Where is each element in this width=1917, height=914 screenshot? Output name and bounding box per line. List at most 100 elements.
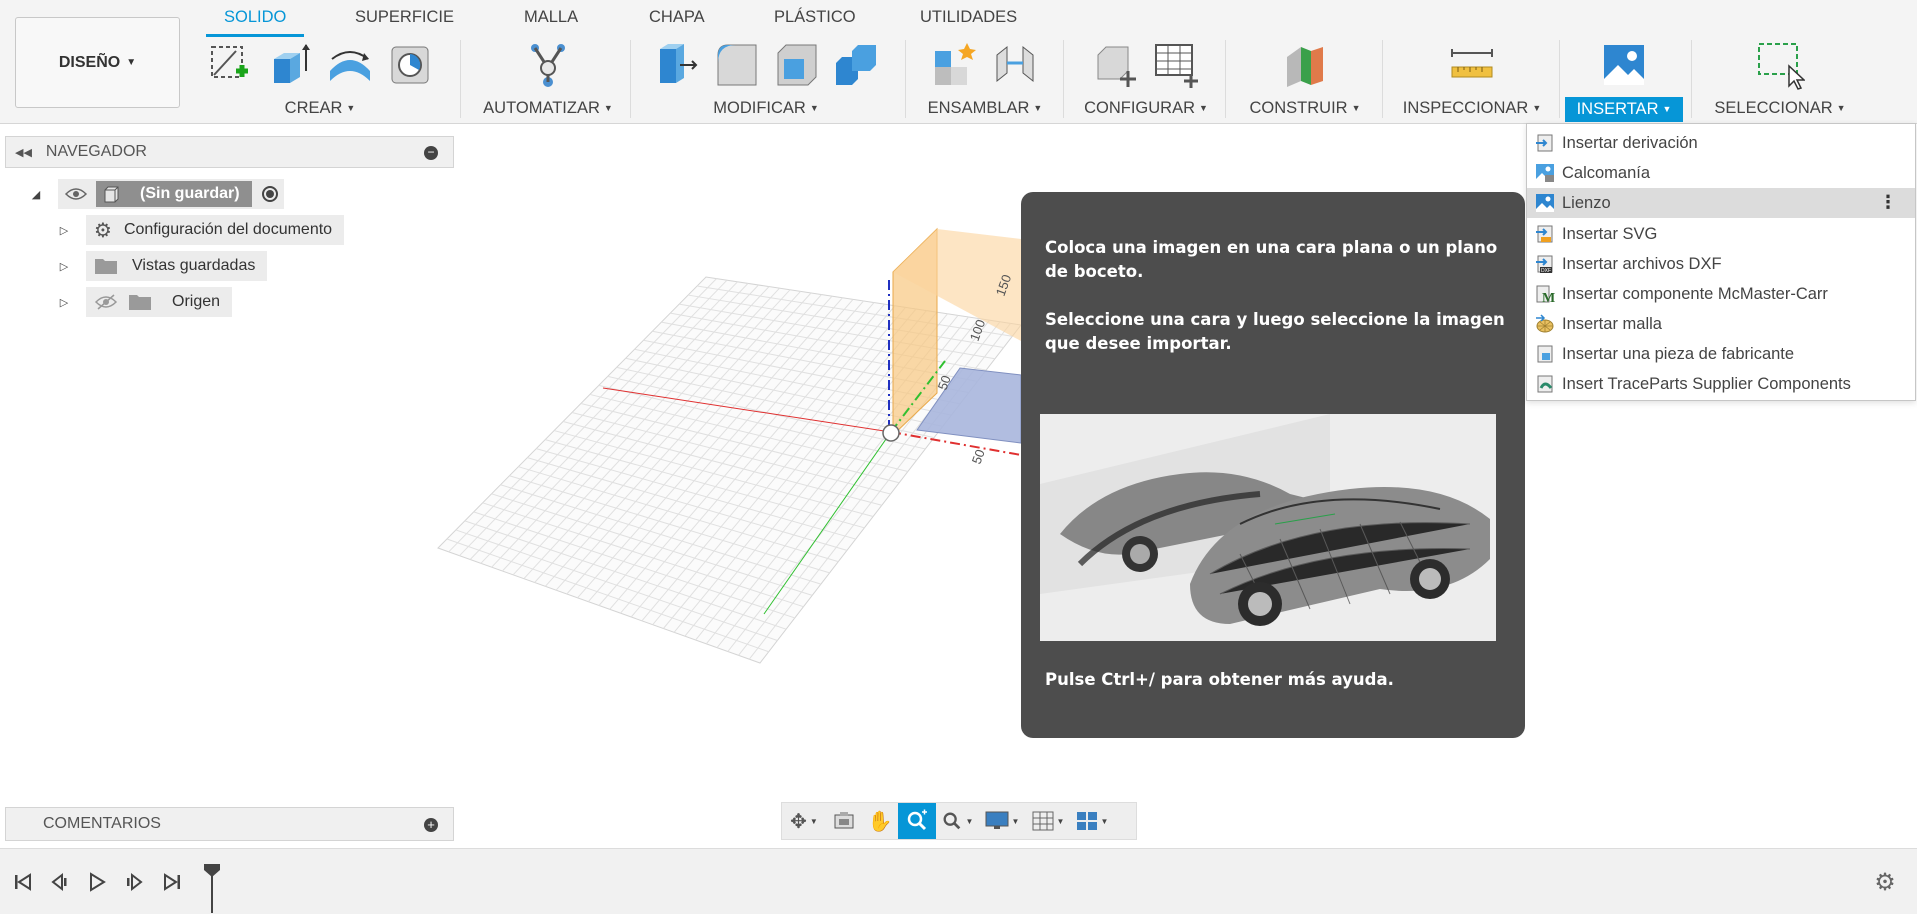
tree-expander-icon[interactable]: ▷: [56, 224, 72, 237]
hole-icon[interactable]: [385, 40, 435, 90]
menu-item-decal[interactable]: Calcomanía: [1527, 158, 1915, 188]
toolbar-separator: [1225, 40, 1226, 118]
menu-item-label: Lienzo: [1562, 193, 1611, 212]
group-ensamblar-label[interactable]: ENSAMBLAR ▼: [915, 99, 1055, 118]
tree-item-settings[interactable]: ⚙ Configuración del documento: [86, 215, 345, 245]
document-name: (Sin guardar): [140, 185, 240, 202]
menu-item-traceparts[interactable]: Insert TraceParts Supplier Components: [1527, 369, 1915, 399]
orbit-button[interactable]: ✥ ▼: [782, 803, 826, 839]
orbit-icon: ✥: [790, 810, 807, 833]
workspace-switcher-button[interactable]: DISEÑO ▼: [15, 17, 180, 108]
tree-item-origin[interactable]: Origen: [86, 287, 233, 317]
toolbar-separator: [630, 40, 631, 118]
configuration-table-icon[interactable]: [1151, 40, 1201, 90]
tree-expander-icon[interactable]: ▷: [56, 296, 72, 309]
tooltip-description: Coloca una imagen en una cara plana o un…: [1045, 238, 1498, 281]
group-inspeccionar-label[interactable]: INSPECCIONAR ▼: [1392, 99, 1552, 118]
timeline-marker[interactable]: [203, 863, 221, 913]
group-construir-label[interactable]: CONSTRUIR ▼: [1235, 99, 1375, 118]
menu-item-insert-mesh[interactable]: Insertar malla: [1527, 309, 1915, 339]
play-button[interactable]: [84, 869, 110, 895]
fit-button[interactable]: ▼: [936, 803, 978, 839]
tree-item-label: Origen: [172, 293, 221, 310]
revolve-icon[interactable]: [325, 40, 375, 90]
menu-item-label: Insertar componente McMaster-Carr: [1562, 284, 1828, 303]
fillet-icon[interactable]: [711, 40, 761, 90]
extrude-icon[interactable]: [265, 40, 315, 90]
group-seleccionar: SELECCIONAR ▼: [1700, 38, 1860, 122]
tree-root-row[interactable]: (Sin guardar): [58, 179, 284, 209]
menu-item-manufacturer-part[interactable]: Insertar una pieza de fabricante: [1527, 339, 1915, 369]
go-to-end-button[interactable]: [159, 869, 185, 895]
step-forward-button[interactable]: [121, 869, 147, 895]
menu-item-insert-svg[interactable]: Insertar SVG: [1527, 219, 1915, 249]
tree-item: ▷ Origen: [56, 287, 233, 317]
tree-item-saved-views[interactable]: Vistas guardadas: [86, 251, 268, 281]
tree-root-chip[interactable]: (Sin guardar): [96, 181, 252, 207]
shell-icon[interactable]: [771, 40, 821, 90]
new-component-icon[interactable]: [930, 40, 980, 90]
construct-plane-icon[interactable]: [1280, 40, 1330, 90]
configure-icon[interactable]: [1091, 40, 1141, 90]
eye-hidden-icon[interactable]: [94, 294, 118, 310]
insert-image-icon[interactable]: [1599, 40, 1649, 90]
tab-malla[interactable]: MALLA: [524, 8, 578, 27]
viewports-icon: [1076, 812, 1097, 830]
menu-item-label: Insertar archivos DXF: [1562, 254, 1722, 273]
timeline-settings-button[interactable]: ⚙: [1872, 869, 1898, 896]
press-pull-icon[interactable]: [651, 40, 701, 90]
grid-settings-button[interactable]: ▼: [1026, 803, 1070, 839]
navigation-bar: ✥ ▼ ✋ ▼ ▼ ▼ ▼: [781, 802, 1137, 840]
more-options-icon[interactable]: ⋮: [1879, 192, 1897, 213]
step-forward-icon: [127, 872, 143, 892]
zoom-icon: [907, 809, 927, 831]
menu-item-insert-derive[interactable]: Insertar derivación: [1527, 128, 1915, 158]
tab-utilidades[interactable]: UTILIDADES: [920, 8, 1017, 27]
navigator-header: ◀◀ NAVEGADOR −: [5, 136, 454, 168]
viewports-button[interactable]: ▼: [1070, 803, 1114, 839]
collapse-navigator-icon[interactable]: ◀◀: [15, 146, 32, 159]
tab-chapa[interactable]: CHAPA: [649, 8, 705, 27]
menu-item-insert-dxf[interactable]: DXF Insertar archivos DXF: [1527, 249, 1915, 279]
tree-expander-icon[interactable]: ▷: [56, 260, 72, 273]
tab-superficie[interactable]: SUPERFICIE: [355, 8, 454, 27]
group-configurar-label[interactable]: CONFIGURAR ▼: [1073, 99, 1219, 118]
automate-icon[interactable]: [523, 40, 573, 90]
select-window-icon[interactable]: [1755, 40, 1805, 90]
zoom-button[interactable]: [898, 803, 936, 839]
eye-icon[interactable]: [64, 186, 88, 202]
tab-solido[interactable]: SOLIDO: [224, 8, 286, 27]
tooltip-instructions: Seleccione una cara y luego seleccione l…: [1045, 310, 1505, 353]
activate-radio-icon[interactable]: [261, 186, 278, 202]
group-modificar-label[interactable]: MODIFICAR ▼: [640, 99, 892, 118]
group-configurar: CONFIGURAR ▼: [1073, 38, 1219, 122]
menu-item-mcmaster[interactable]: M Insertar componente McMaster-Carr: [1527, 279, 1915, 309]
display-settings-button[interactable]: ▼: [978, 803, 1026, 839]
group-crear-label[interactable]: CREAR ▼: [198, 99, 442, 118]
step-back-icon: [51, 872, 67, 892]
tab-plastico[interactable]: PLÁSTICO: [774, 8, 856, 27]
create-sketch-icon[interactable]: [205, 40, 255, 90]
step-back-button[interactable]: [47, 869, 73, 895]
menu-item-label: Calcomanía: [1562, 163, 1651, 182]
group-modificar: MODIFICAR ▼: [640, 38, 892, 122]
tree-expander-icon[interactable]: ◢: [28, 188, 44, 201]
tooltip-help-hint: Pulse Ctrl+/ para obtener más ayuda.: [1045, 670, 1394, 689]
menu-item-canvas[interactable]: Lienzo ⋮: [1527, 188, 1915, 218]
group-automatizar-label[interactable]: AUTOMATIZAR ▼: [470, 99, 626, 118]
toolbar-separator: [905, 40, 906, 118]
look-at-button[interactable]: [826, 803, 862, 839]
pan-button[interactable]: ✋: [862, 803, 898, 839]
add-comment-icon[interactable]: +: [424, 818, 438, 832]
minimize-icon[interactable]: −: [424, 146, 438, 160]
joint-icon[interactable]: [990, 40, 1040, 90]
go-to-start-button[interactable]: [10, 869, 36, 895]
play-icon: [90, 872, 106, 892]
dxf-icon: DXF: [1534, 253, 1556, 275]
group-seleccionar-label[interactable]: SELECCIONAR ▼: [1700, 99, 1860, 118]
measure-icon[interactable]: [1447, 40, 1497, 90]
folder-icon: [129, 295, 151, 310]
group-insertar-label[interactable]: INSERTAR ▼: [1565, 97, 1683, 122]
chevron-down-icon: ▼: [126, 57, 137, 68]
combine-icon[interactable]: [831, 40, 881, 90]
